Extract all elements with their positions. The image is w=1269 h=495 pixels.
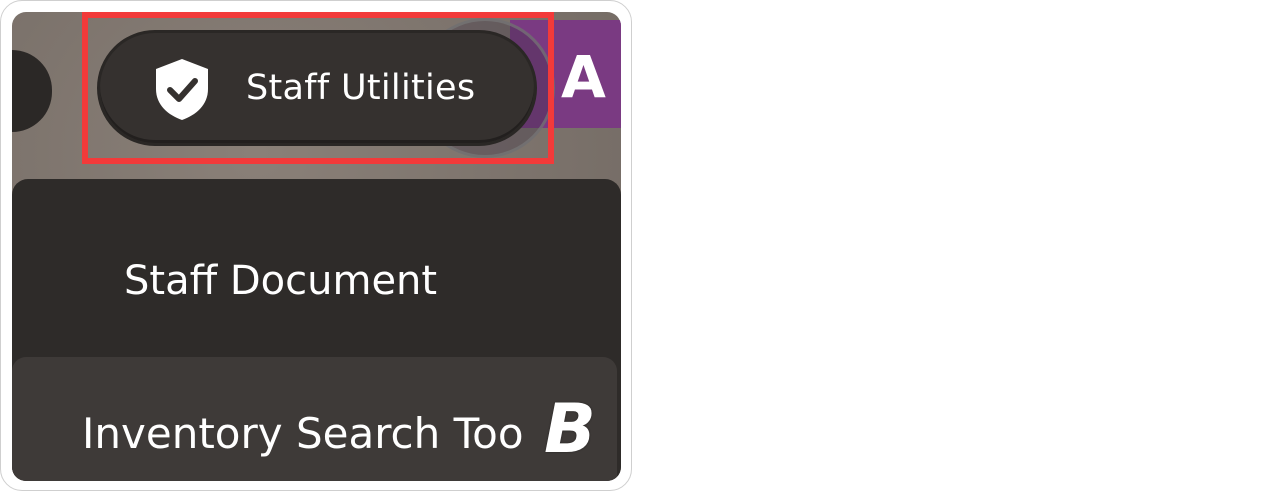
purple-tab-label: A [561,43,606,111]
watermark-logo: B [544,390,596,469]
menu-item-staff-document[interactable]: Staff Document [12,179,621,357]
staff-utilities-menu: Staff Document Inventory Search Too [12,179,621,481]
menu-item-inventory-search-tool[interactable]: Inventory Search Too [12,357,617,481]
screenshot-frame: A Staff Utilities Staff Document Invento… [0,0,632,491]
highlight-box [82,12,554,164]
app-screen: A Staff Utilities Staff Document Invento… [12,12,621,481]
menu-item-label: Staff Document [124,258,438,304]
left-nav-button[interactable] [12,50,52,132]
menu-item-label: Inventory Search Too [82,409,524,458]
